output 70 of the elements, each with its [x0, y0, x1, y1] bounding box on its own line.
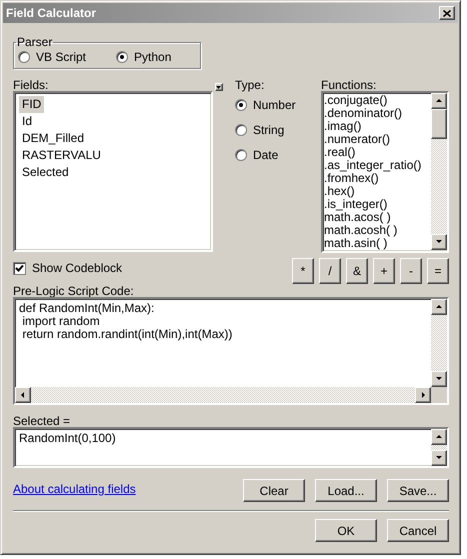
functions-list[interactable]: .conjugate() .denominator() .imag() .numerator() .real() .as_integer_ratio() .fromhex() .hex() .is_integer() math.acos( ) math.acosh( ) math.asin( ): [321, 91, 449, 253]
operator-button[interactable]: /: [319, 258, 341, 284]
radio-label: VB Script: [36, 50, 86, 64]
checkbox[interactable]: [13, 262, 26, 274]
checkbox-label: Show Codeblock: [32, 261, 122, 275]
section-label: Selected =: [13, 415, 72, 427]
list-item[interactable]: Selected: [19, 164, 72, 181]
right-arrow-icon: [420, 392, 426, 398]
list-item[interactable]: RASTERVALU: [19, 147, 104, 164]
horizontal-scrollbar[interactable]: [15, 387, 431, 403]
operator-button[interactable]: *: [292, 258, 314, 284]
list-item[interactable]: math.asin( ): [324, 237, 388, 250]
list-item[interactable]: DEM_Filled: [19, 130, 88, 147]
dropdown-button[interactable]: [215, 83, 223, 91]
operator-button[interactable]: =: [427, 258, 449, 284]
radio-button[interactable]: [234, 124, 247, 136]
left-arrow-icon: [20, 392, 26, 398]
vertical-scrollbar[interactable]: [431, 93, 447, 250]
fields-list[interactable]: FID Id DEM_Filled RASTERVALU Selected: [13, 91, 213, 252]
radio-button[interactable]: [234, 149, 247, 161]
radio-button[interactable]: [116, 51, 128, 63]
up-arrow-icon: [436, 434, 442, 440]
dialog-button[interactable]: OK: [315, 519, 377, 542]
expression-field[interactable]: RandomInt(0,100): [13, 427, 449, 468]
radio-label: String: [252, 123, 284, 137]
group-label: Parser: [16, 35, 54, 49]
scrollbar-thumb[interactable]: [431, 109, 447, 139]
list-item[interactable]: .is_integer(): [324, 198, 388, 211]
list-item[interactable]: .numerator(): [324, 133, 390, 146]
dialog-button[interactable]: Cancel: [387, 519, 449, 542]
help-link[interactable]: About calculating fields: [13, 482, 136, 496]
down-arrow-icon: [436, 455, 442, 461]
code-editor[interactable]: def RandomInt(Min,Max): import random return random.randint(int(Min),int(Max)): [13, 297, 449, 405]
radio-label: Python: [134, 50, 172, 64]
down-arrow-icon: [436, 376, 442, 382]
close-icon: [443, 10, 451, 16]
list-item[interactable]: .imag(): [324, 120, 362, 133]
list-item[interactable]: FID: [19, 96, 44, 113]
down-arrow-icon: [216, 86, 222, 88]
vertical-scrollbar[interactable]: [431, 429, 447, 466]
list-item[interactable]: Id: [19, 113, 36, 130]
vertical-scrollbar[interactable]: [431, 299, 447, 387]
action-button[interactable]: Load...: [315, 479, 377, 502]
up-arrow-icon: [436, 304, 442, 310]
radio-button[interactable]: [18, 51, 30, 63]
list-item[interactable]: math.acos( ): [324, 211, 391, 224]
down-arrow-icon: [436, 239, 442, 245]
list-item[interactable]: math.acosh( ): [324, 224, 398, 237]
list-item[interactable]: .conjugate(): [324, 94, 388, 107]
radio-label: Date: [252, 148, 278, 162]
section-label: Pre-Logic Script Code:: [13, 285, 135, 297]
radio-button[interactable]: [234, 99, 247, 111]
action-button[interactable]: Save...: [387, 479, 449, 502]
section-label: Fields:: [13, 79, 50, 91]
up-arrow-icon: [436, 98, 442, 104]
operator-button[interactable]: &: [346, 258, 368, 284]
list-item[interactable]: .hex(): [324, 185, 355, 198]
operator-button[interactable]: +: [373, 258, 395, 284]
action-button[interactable]: Clear: [243, 479, 305, 502]
list-item[interactable]: .real(): [324, 146, 356, 159]
scrollbar-corner: [431, 387, 447, 403]
section-label: Functions:: [321, 79, 378, 91]
operator-button[interactable]: -: [400, 258, 422, 284]
list-item[interactable]: .as_integer_ratio(): [324, 159, 422, 172]
list-item[interactable]: .fromhex(): [324, 172, 379, 185]
window-title: Field Calculator: [6, 6, 96, 20]
radio-label: Number: [252, 98, 296, 112]
close-button[interactable]: [439, 6, 455, 20]
list-item[interactable]: .denominator(): [324, 107, 402, 120]
section-label: Type:: [234, 79, 266, 91]
